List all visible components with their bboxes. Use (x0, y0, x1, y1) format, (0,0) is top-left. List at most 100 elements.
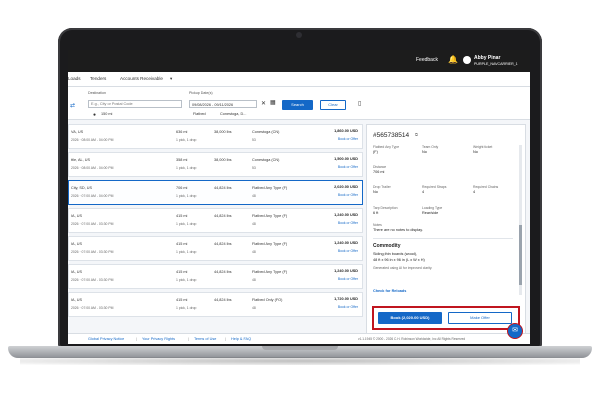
load-price: 1,240.00 USD (334, 269, 358, 273)
main-nav: Loads Tenders Accounts Receivable ▾ (68, 72, 530, 87)
laptop-shadow (20, 357, 580, 365)
load-equipment: Flatbed Any Type (F) (252, 214, 288, 218)
tarp-value: 6 ft (373, 211, 379, 215)
load-price: 1,240.00 USD (334, 241, 358, 245)
copyright-text: v1.1.1945 © 2000 - 2026 C.H. Robinson Wo… (358, 337, 466, 341)
footer-link-privacy-notice[interactable]: Global Privacy Notice (88, 337, 124, 341)
chevron-down-icon: ▾ (170, 76, 173, 81)
notes-label: Notes (373, 223, 382, 227)
team-value: No (422, 150, 427, 154)
detail-scrollbar-thumb[interactable] (519, 225, 522, 285)
check-reloads-link[interactable]: Check for Reloads (373, 289, 406, 293)
equipment-value: (F) (373, 150, 378, 154)
load-stops: 1 pick, 1 drop (176, 250, 197, 254)
book-or-offer-link[interactable]: Book or Offer (338, 249, 358, 253)
clear-button[interactable]: Clear (320, 100, 346, 110)
loads-table: VA, US 2026 · 08:00 AM - 04:00 PM 636 mi 1 … (68, 124, 363, 330)
camera-icon (296, 32, 302, 38)
load-pickup-window: 2026 · 07:00 AM - 03:30 PM (71, 222, 114, 226)
load-price: 2,020.00 USD (334, 185, 358, 189)
destination-input[interactable] (88, 100, 182, 108)
book-button[interactable]: Book (2,020.00 USD) (378, 312, 442, 324)
load-weight: 38,000 lbs (214, 158, 232, 162)
load-row[interactable]: City, SD, US 2026 · 07:00 AM - 04:00 PM 70… (68, 180, 363, 205)
load-weight: 38,000 lbs (214, 130, 232, 134)
user-name[interactable]: Abby Pinar (474, 55, 500, 61)
required-straps-label: Required Straps (422, 185, 447, 189)
pickup-date-label: Pickup Date(s) (189, 91, 213, 95)
drop-trailer-label: Drop Trailer (373, 185, 391, 189)
nav-item-loads[interactable]: Loads (68, 76, 81, 81)
book-or-offer-link[interactable]: Book or Offer (338, 305, 358, 309)
drop-trailer-value: No (373, 190, 378, 194)
load-miles: 415 mi (176, 298, 188, 302)
weight-ticket-label: Weight ticket (473, 145, 493, 149)
chat-icon[interactable]: ✉ (507, 323, 523, 339)
required-chains-value: 4 (473, 190, 476, 194)
load-miles: 358 mi (176, 158, 188, 162)
load-equipment: Flatbed Any Type (F) (252, 242, 288, 246)
equipment-sub-select[interactable]: Conestoga, D... (220, 112, 246, 116)
bell-icon[interactable]: 🔔 (448, 55, 458, 64)
search-button[interactable]: Search (282, 100, 313, 110)
load-stops: 1 pick, 1 drop (176, 166, 197, 170)
notes-value: There are no notes to display. (373, 228, 423, 232)
equipment-select[interactable]: Flatbed (193, 112, 206, 116)
weight-ticket-value: No (473, 150, 478, 154)
footer-link-terms[interactable]: Terms of Use (194, 337, 216, 341)
load-origin: VA, US (71, 130, 84, 134)
make-offer-button[interactable]: Make Offer (448, 312, 512, 324)
footer-link-help[interactable]: Help & FAQ (231, 337, 251, 341)
copy-icon[interactable]: ⧉ (415, 133, 418, 137)
calendar-icon[interactable]: ▦ (270, 99, 276, 106)
user-avatar-icon[interactable] (463, 56, 471, 64)
book-or-offer-link[interactable]: Book or Offer (338, 277, 358, 281)
load-row[interactable]: ttle, AL, US 2026 · 08:00 AM - 04:00 PM 35… (68, 152, 363, 177)
load-price: 1,240.00 USD (334, 213, 358, 217)
clear-date-icon[interactable]: ✕ (261, 100, 266, 107)
book-or-offer-link[interactable]: Book or Offer (338, 193, 358, 197)
load-miles: 415 mi (176, 270, 188, 274)
load-origin: IA, US (71, 242, 82, 246)
top-bar: Feedback 🔔 Abby Pinar PURPLE_NAVCARRIER_… (68, 50, 530, 72)
load-pickup-window: 2026 · 07:00 AM - 03:30 PM (71, 250, 114, 254)
load-miles: 706 mi (176, 186, 188, 190)
load-row[interactable]: VA, US 2026 · 08:00 AM - 04:00 PM 636 mi 1 … (68, 124, 363, 149)
load-origin: IA, US (71, 270, 82, 274)
book-or-offer-link[interactable]: Book or Offer (338, 137, 358, 141)
load-row[interactable]: IA, US 2026 · 07:00 AM - 03:30 PM 415 mi 1 … (68, 208, 363, 233)
book-or-offer-link[interactable]: Book or Offer (338, 165, 358, 169)
required-straps-value: 4 (422, 190, 425, 194)
load-length: 48 (252, 306, 256, 310)
load-pickup-window: 2026 · 07:00 AM - 04:00 PM (71, 194, 114, 198)
nav-item-tenders[interactable]: Tenders (90, 76, 106, 81)
user-code: PURPLE_NAVCARRIER_1 (474, 62, 518, 66)
load-length: 53 (252, 166, 256, 170)
load-row[interactable]: IA, US 2026 · 07:00 AM - 03:30 PM 415 mi 1 … (68, 264, 363, 289)
footer-link-privacy-rights[interactable]: Your Privacy Rights (142, 337, 175, 341)
load-stops: 1 pick, 1 drop (176, 278, 197, 282)
pickup-date-field[interactable]: 09/08/2026 - 09/11/2026 (189, 100, 257, 108)
loading-type-label: Loading Type (422, 206, 443, 210)
radius-select[interactable]: 150 mi (101, 112, 112, 116)
app-screen: Feedback 🔔 Abby Pinar PURPLE_NAVCARRIER_… (68, 50, 530, 344)
feedback-link[interactable]: Feedback (416, 57, 438, 63)
load-origin: City, SD, US (71, 186, 93, 190)
load-length: 53 (252, 138, 256, 142)
load-row[interactable]: IA, US 2026 · 07:00 AM - 03:30 PM 415 mi 1 … (68, 292, 363, 317)
swap-arrows-icon[interactable]: ⇄ (70, 102, 75, 109)
load-stops: 1 pick, 1 drop (176, 194, 197, 198)
equipment-label: Flatbed Any Type (373, 145, 400, 149)
save-search-icon[interactable]: ▯ (358, 100, 361, 107)
location-pin-icon: ● (93, 112, 97, 118)
nav-item-accounts-receivable[interactable]: Accounts Receivable (120, 76, 163, 81)
load-price: 1,860.00 USD (334, 129, 358, 133)
tarp-label: Tarp Description (373, 206, 398, 210)
laptop-notch (262, 346, 338, 350)
book-or-offer-link[interactable]: Book or Offer (338, 221, 358, 225)
load-row[interactable]: IA, US 2026 · 07:00 AM - 03:30 PM 415 mi 1 … (68, 236, 363, 261)
load-pickup-window: 2026 · 08:00 AM - 04:00 PM (71, 138, 114, 142)
load-miles: 415 mi (176, 214, 188, 218)
load-weight: 44,824 lbs (214, 298, 232, 302)
load-id: #565738514 (373, 132, 410, 139)
